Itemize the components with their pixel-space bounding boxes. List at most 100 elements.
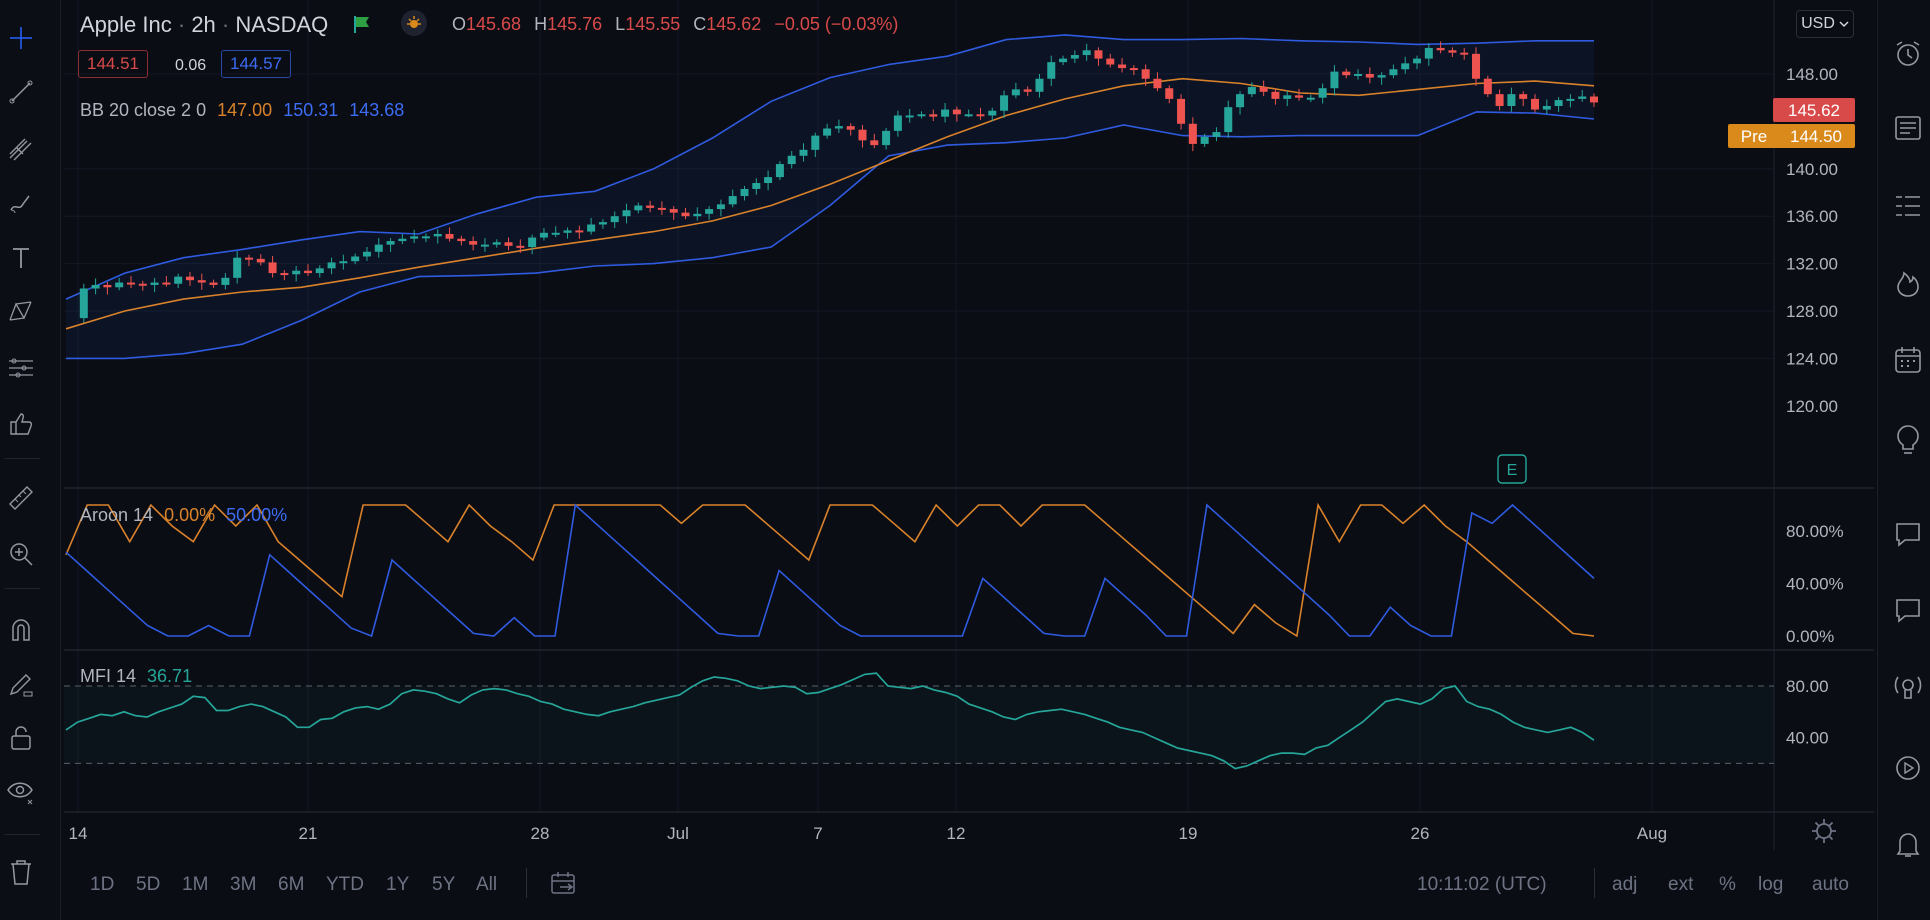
magnet-icon[interactable] [0, 610, 42, 650]
candle-body [575, 230, 584, 233]
range-5d[interactable]: 5D [136, 874, 160, 896]
candle-body [138, 283, 147, 286]
candle-body [410, 236, 419, 239]
candle-body [1188, 123, 1197, 144]
pattern-icon[interactable] [0, 292, 42, 332]
range-3m[interactable]: 3M [230, 874, 256, 896]
hotlist-icon[interactable] [1886, 264, 1930, 304]
price-tick-label: 148.00 [1786, 65, 1838, 84]
thumbs-up-icon[interactable] [0, 404, 42, 444]
candle-body [952, 109, 961, 115]
streams-icon[interactable] [1886, 668, 1930, 708]
pre-market-tag: Pre 144.50 [1728, 124, 1855, 148]
scale-option-adj[interactable]: adj [1612, 874, 1637, 896]
aroon-tick-label: 0.00% [1786, 627, 1834, 646]
candle-body [79, 288, 88, 319]
chat-bubble-icon[interactable] [1886, 590, 1930, 630]
symbol-legend[interactable]: Apple Inc · 2h · NASDAQ [80, 12, 328, 38]
candle-body [185, 276, 194, 281]
candle-body [740, 188, 749, 197]
symbol-name: Apple Inc [80, 12, 172, 37]
watchlist-icon[interactable] [1886, 186, 1930, 226]
candle-body [539, 232, 548, 238]
clock-display[interactable]: 10:11:02 (UTC) [1417, 874, 1547, 896]
text-icon[interactable] [0, 238, 42, 278]
candle-body [705, 209, 714, 214]
candle-body [1389, 69, 1398, 76]
date-range-icon[interactable] [550, 871, 578, 902]
market-status-icon[interactable] [401, 10, 427, 36]
aroon-legend[interactable]: Aroon 14 0.00% 50.00% [80, 505, 287, 526]
calendar-icon[interactable] [1886, 340, 1930, 380]
candle-body [1011, 89, 1020, 96]
prediction-icon[interactable] [0, 348, 42, 388]
chart-area[interactable]: 148.00 140.00 136.00 132.00 128.00 124.00 120.… [64, 0, 1874, 850]
mfi-legend[interactable]: MFI 14 36.71 [80, 666, 192, 687]
range-1y[interactable]: 1Y [386, 874, 409, 896]
trash-icon[interactable] [0, 852, 42, 892]
crosshair-icon[interactable] [0, 18, 42, 58]
candle-body [941, 109, 950, 117]
candle-body [823, 128, 832, 136]
zoom-in-icon[interactable] [0, 534, 42, 574]
time-axis[interactable]: 14 21 28 Jul 7 12 19 26 Aug [69, 824, 1668, 843]
alarm-clock-icon[interactable] [1886, 34, 1930, 74]
toolbar-divider [526, 868, 527, 898]
eye-icon[interactable] [0, 772, 42, 812]
range-all[interactable]: All [476, 874, 497, 896]
scale-option-percent[interactable]: % [1719, 874, 1736, 896]
bell-icon[interactable] [1886, 824, 1930, 864]
mfi-pane[interactable] [64, 672, 1774, 770]
candle-body [339, 261, 348, 264]
main-pane[interactable] [65, 34, 1598, 360]
candle-body [893, 115, 902, 131]
candle-body [457, 238, 466, 242]
ruler-icon[interactable] [0, 478, 42, 518]
chevron-down-icon [1839, 21, 1849, 28]
range-1d[interactable]: 1D [90, 874, 114, 896]
trend-line-icon[interactable] [0, 72, 42, 112]
candle-body [292, 270, 301, 275]
candle-body [268, 262, 277, 274]
chat-icon[interactable] [1886, 514, 1930, 554]
candle-body [445, 233, 454, 239]
news-icon[interactable] [1886, 108, 1930, 148]
aroon-pane[interactable] [65, 502, 1595, 638]
bb-lower-value: 143.68 [349, 100, 405, 120]
ask-button[interactable]: 144.57 [221, 50, 291, 78]
scale-option-ext[interactable]: ext [1668, 874, 1693, 896]
open-label: O [452, 14, 467, 34]
candle-body [728, 196, 737, 205]
brush-icon[interactable] [0, 182, 42, 222]
mfi-axis[interactable]: 80.00 40.00 [1786, 677, 1829, 748]
currency-selector[interactable]: USD [1796, 10, 1854, 38]
candle-body [1460, 52, 1469, 55]
candle-body [563, 230, 572, 233]
bb-legend[interactable]: BB 20 close 2 0 147.00 150.31 143.68 [80, 100, 404, 121]
aroon-axis[interactable]: 80.00% 40.00% 0.00% [1786, 522, 1844, 646]
candle-body [1035, 78, 1044, 92]
range-5y[interactable]: 5Y [432, 874, 455, 896]
candle-body [1247, 87, 1256, 95]
lock-pencil-icon[interactable] [0, 664, 42, 704]
range-6m[interactable]: 6M [278, 874, 304, 896]
candle-body [1578, 96, 1587, 99]
time-tick-label: 21 [299, 824, 318, 843]
ideas-icon[interactable] [1886, 420, 1930, 460]
range-ytd[interactable]: YTD [326, 874, 364, 896]
bid-button[interactable]: 144.51 [78, 50, 148, 78]
range-1m[interactable]: 1M [182, 874, 208, 896]
flag-icon[interactable] [352, 14, 372, 34]
earnings-marker[interactable]: E [1497, 454, 1527, 484]
candle-body [421, 236, 430, 239]
candle-body [752, 183, 761, 189]
candle-body [693, 213, 702, 217]
scale-option-log[interactable]: log [1758, 874, 1783, 896]
gear-icon[interactable] [1812, 819, 1836, 843]
scale-option-auto[interactable]: auto [1812, 874, 1849, 896]
chart-canvas[interactable]: 148.00140.00136.00132.00128.00124.00120.… [64, 0, 1874, 850]
pitchfork-icon[interactable] [0, 128, 42, 168]
candle-body [1165, 88, 1174, 99]
lock-icon[interactable] [0, 718, 42, 758]
replay-icon[interactable] [1886, 748, 1930, 788]
